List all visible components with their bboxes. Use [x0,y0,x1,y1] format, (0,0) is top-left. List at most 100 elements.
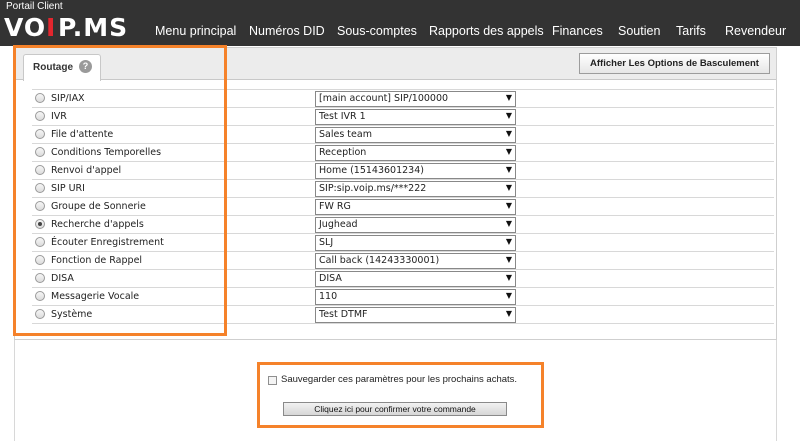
nav-soutien[interactable]: Soutien [618,24,660,38]
routing-row-callback: Fonction de Rappel Call back (1424333000… [32,252,774,270]
dropdown-arrow-icon: ▼ [505,291,512,300]
dropdown-arrow-icon: ▼ [505,93,512,102]
top-navigation-bar: Portail Client VO I P.MS Menu principal … [0,0,800,46]
select-value: FW RG [319,201,351,212]
nav-numeros-did[interactable]: Numéros DID [249,24,325,38]
dropdown-arrow-icon: ▼ [505,147,512,156]
select-ring-group[interactable]: FW RG ▼ [315,199,516,215]
radio-recording[interactable] [35,237,45,247]
routing-row-call-hunting: Recherche d'appels Jughead ▼ [32,216,774,234]
dropdown-arrow-icon: ▼ [505,237,512,246]
routing-row-voicemail: Messagerie Vocale 110 ▼ [32,288,774,306]
save-settings-checkbox[interactable] [268,376,277,385]
routing-label: Messagerie Vocale [51,291,140,302]
routing-label: Groupe de Sonnerie [51,201,146,212]
select-value: SLJ [319,237,334,248]
dropdown-arrow-icon: ▼ [505,219,512,228]
dropdown-arrow-icon: ▼ [505,183,512,192]
routing-label: DISA [51,273,74,284]
select-time-conditions[interactable]: Reception ▼ [315,145,516,161]
nav-menu-principal[interactable]: Menu principal [155,24,236,38]
svg-text:P.MS: P.MS [58,13,128,41]
routing-label: SIP URI [51,183,85,194]
radio-call-forward[interactable] [35,165,45,175]
radio-disa[interactable] [35,273,45,283]
routing-label: SIP/IAX [51,93,85,104]
select-ivr[interactable]: Test IVR 1 ▼ [315,109,516,125]
select-call-forward[interactable]: Home (15143601234) ▼ [315,163,516,179]
select-value: Home (15143601234) [319,165,424,176]
radio-system[interactable] [35,309,45,319]
routing-label: Système [51,309,93,320]
radio-call-hunting[interactable] [35,219,45,229]
nav-sous-comptes[interactable]: Sous-comptes [337,24,417,38]
select-recording[interactable]: SLJ ▼ [315,235,516,251]
select-system[interactable]: Test DTMF ▼ [315,307,516,323]
routing-label: Renvoi d'appel [51,165,122,176]
radio-voicemail[interactable] [35,291,45,301]
radio-callback[interactable] [35,255,45,265]
portal-label: Portail Client [6,1,63,12]
routing-row-system: Système Test DTMF ▼ [32,306,774,324]
routing-label: Recherche d'appels [51,219,144,230]
show-failover-options-button[interactable]: Afficher Les Options de Basculement [579,53,770,74]
dropdown-arrow-icon: ▼ [505,273,512,282]
radio-queue[interactable] [35,129,45,139]
routing-row-time-conditions: Conditions Temporelles Reception ▼ [32,144,774,162]
select-value: Jughead [319,219,358,230]
radio-ring-group[interactable] [35,201,45,211]
order-footer-area [14,340,777,441]
select-call-hunting[interactable]: Jughead ▼ [315,217,516,233]
select-value: Call back (14243330001) [319,255,440,266]
routing-label: IVR [51,111,67,122]
routing-row-sip-iax: SIP/IAX [main account] SIP/100000 ▼ [32,90,774,108]
routing-row-ring-group: Groupe de Sonnerie FW RG ▼ [32,198,774,216]
nav-revendeur[interactable]: Revendeur [725,24,786,38]
select-disa[interactable]: DISA ▼ [315,271,516,287]
select-value: 110 [319,291,338,302]
select-callback[interactable]: Call back (14243330001) ▼ [315,253,516,269]
nav-finances[interactable]: Finances [552,24,603,38]
dropdown-arrow-icon: ▼ [505,255,512,264]
select-sip-iax[interactable]: [main account] SIP/100000 ▼ [315,91,516,107]
dropdown-arrow-icon: ▼ [505,165,512,174]
radio-ivr[interactable] [35,111,45,121]
select-sip-uri[interactable]: SIP:sip.voip.ms/***222 ▼ [315,181,516,197]
routing-label: Écouter Enregistrement [51,237,164,248]
select-value: Test IVR 1 [319,111,366,122]
tab-strip: Routage ? Afficher Les Options de Bascul… [15,48,776,81]
routing-label: File d'attente [51,129,114,140]
select-value: [main account] SIP/100000 [319,93,449,104]
select-value: Sales team [319,129,372,140]
voipms-logo[interactable]: VO I P.MS [4,13,132,45]
nav-rapports-des-appels[interactable]: Rapports des appels [429,24,544,38]
dropdown-arrow-icon: ▼ [505,309,512,318]
routing-panel: Routage ? Afficher Les Options de Bascul… [14,47,777,340]
dropdown-arrow-icon: ▼ [505,129,512,138]
select-queue[interactable]: Sales team ▼ [315,127,516,143]
routing-label: Fonction de Rappel [51,255,143,266]
routing-options-list: SIP/IAX [main account] SIP/100000 ▼ IVR T… [32,89,774,324]
routing-row-ivr: IVR Test IVR 1 ▼ [32,108,774,126]
radio-sip-iax[interactable] [35,93,45,103]
help-icon[interactable]: ? [79,60,92,73]
select-voicemail[interactable]: 110 ▼ [315,289,516,305]
save-settings-label: Sauvegarder ces paramètres pour les proc… [281,374,518,385]
nav-tarifs[interactable]: Tarifs [676,24,706,38]
tab-routage-label: Routage [33,62,73,73]
tab-routage[interactable]: Routage ? [23,54,101,81]
routing-row-recording: Écouter Enregistrement SLJ ▼ [32,234,774,252]
select-value: Test DTMF [319,309,368,320]
select-value: Reception [319,147,367,158]
radio-time-conditions[interactable] [35,147,45,157]
select-value: DISA [319,273,342,284]
radio-sip-uri[interactable] [35,183,45,193]
routing-row-sip-uri: SIP URI SIP:sip.voip.ms/***222 ▼ [32,180,774,198]
routing-row-disa: DISA DISA ▼ [32,270,774,288]
routing-label: Conditions Temporelles [51,147,162,158]
confirm-order-button[interactable]: Cliquez ici pour confirmer votre command… [283,402,507,416]
routing-row-queue: File d'attente Sales team ▼ [32,126,774,144]
dropdown-arrow-icon: ▼ [505,201,512,210]
svg-text:VO: VO [4,13,46,41]
select-value: SIP:sip.voip.ms/***222 [319,183,427,194]
